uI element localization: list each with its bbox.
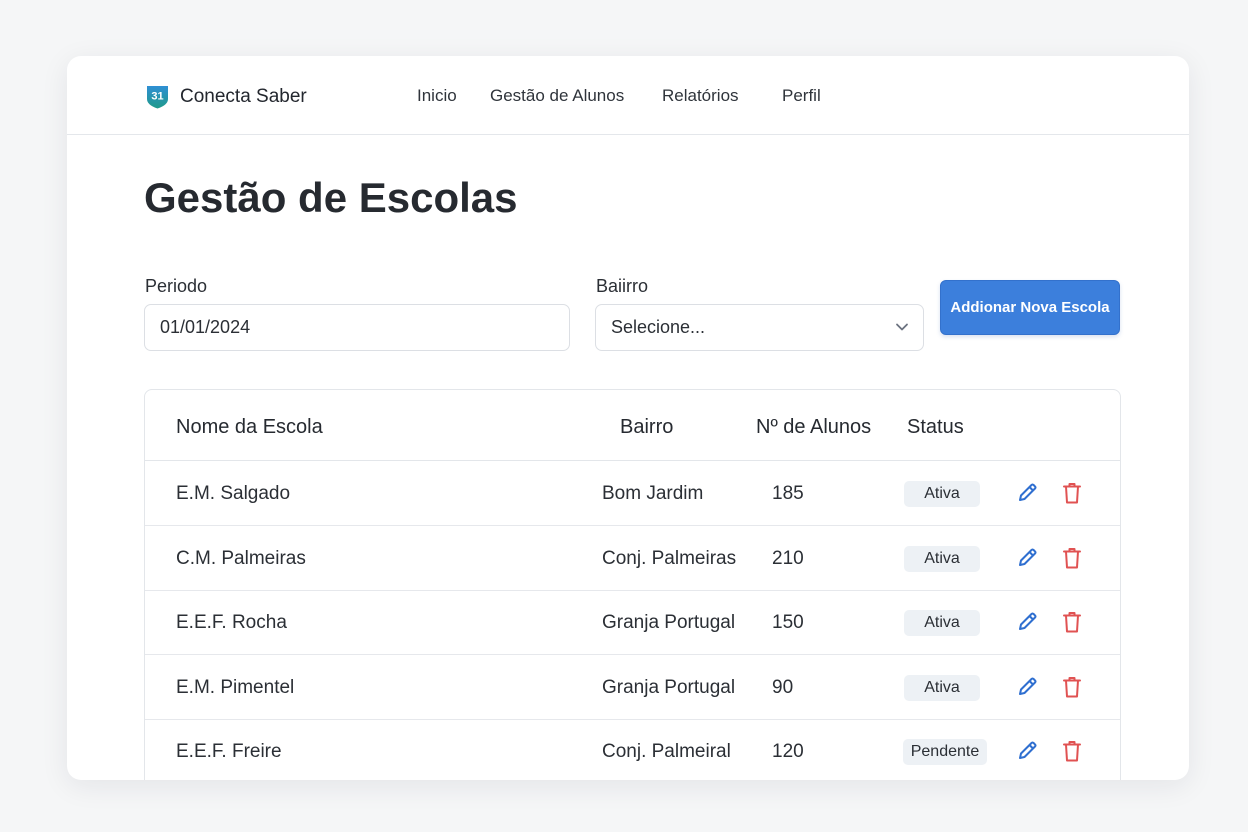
status-badge: Ativa [904,481,980,507]
cell-neighborhood: Bom Jardim [602,483,704,504]
status-badge: Ativa [904,610,980,636]
column-header-nome[interactable]: Nome da Escola [176,416,323,439]
status-badge: Ativa [904,545,980,572]
neighborhood-value: Selecione... [611,317,706,337]
pencil-icon[interactable] [1016,482,1038,504]
cell-neighborhood: Granja Portugal [602,612,736,633]
cell-student-count: 120 [772,741,804,762]
nav-link-inicio[interactable]: Inicio [417,86,457,106]
cell-student-count: 210 [772,547,804,569]
main-card: 31 Conecta Saber Inicio Gestão de Alunos… [67,56,1189,780]
top-navbar: 31 Conecta Saber Inicio Gestão de Alunos… [67,56,1189,135]
logo-text: 31 [151,91,163,103]
column-header-alunos[interactable]: Nº de Alunos [756,416,871,439]
table-header: Nome da Escola Bairro Nº de Alunos Statu… [145,390,1120,461]
period-input[interactable]: 01/01/2024 [144,304,570,351]
status-badge: Ativa [904,674,980,701]
cell-school-name: E.E.F. Freire [176,741,282,762]
neighborhood-label: Baiirro [596,276,649,296]
trash-icon[interactable] [1061,546,1083,570]
add-school-button[interactable]: Addionar Nova Escola [940,280,1120,335]
cell-school-name: E.E.F. Rocha [176,612,287,633]
pencil-icon[interactable] [1016,611,1038,633]
cell-student-count: 150 [772,612,804,633]
table-row[interactable]: E.M. Pimentel Granja Portugal 90 Ativa [145,655,1120,720]
shield-logo-icon: 31 [147,86,168,109]
table-row[interactable]: E.M. Salgado Bom Jardim 185 Ativa [145,461,1120,526]
period-value: 01/01/2024 [160,317,251,337]
cell-school-name: E.M. Salgado [176,483,291,504]
page-title: Gestão de Escolas [144,174,518,221]
trash-icon[interactable] [1061,739,1083,763]
column-header-bairro[interactable]: Bairro [620,416,673,439]
cell-neighborhood: Conj. Palmeiral [602,741,731,762]
app-name: Conecta Saber [180,85,307,107]
pencil-icon[interactable] [1016,547,1038,569]
cell-student-count: 90 [772,676,794,698]
cell-school-name: C.M. Palmeiras [176,547,306,569]
neighborhood-select[interactable]: Selecione... [595,304,924,351]
cell-neighborhood: Granja Portugal [602,676,736,698]
nav-link-perfil[interactable]: Perfil [782,86,821,106]
cell-school-name: E.M. Pimentel [176,676,295,698]
cell-neighborhood: Conj. Palmeiras [602,547,737,569]
column-header-status[interactable]: Status [907,416,964,439]
chevron-down-icon [896,323,908,331]
table-row[interactable]: E.E.F. Rocha Granja Portugal 150 Ativa [145,590,1120,655]
trash-icon[interactable] [1061,675,1083,699]
pencil-icon[interactable] [1016,676,1038,698]
trash-icon[interactable] [1061,610,1083,634]
nav-link-relatorios[interactable]: Relatórios [662,86,739,106]
nav-link-gestao-alunos[interactable]: Gestão de Alunos [490,86,624,106]
period-label: Periodo [145,276,208,296]
trash-icon[interactable] [1061,481,1083,505]
table-row[interactable]: E.E.F. Freire Conj. Palmeiral 120 Pendente [145,719,1120,780]
table-row[interactable]: C.M. Palmeiras Conj. Palmeiras 210 Ativa [145,526,1120,591]
schools-table: Nome da Escola Bairro Nº de Alunos Statu… [144,389,1121,780]
status-badge: Pendente [903,739,987,765]
brand[interactable]: 31 Conecta Saber [145,84,307,109]
pencil-icon[interactable] [1016,740,1038,762]
cell-student-count: 185 [772,483,804,504]
